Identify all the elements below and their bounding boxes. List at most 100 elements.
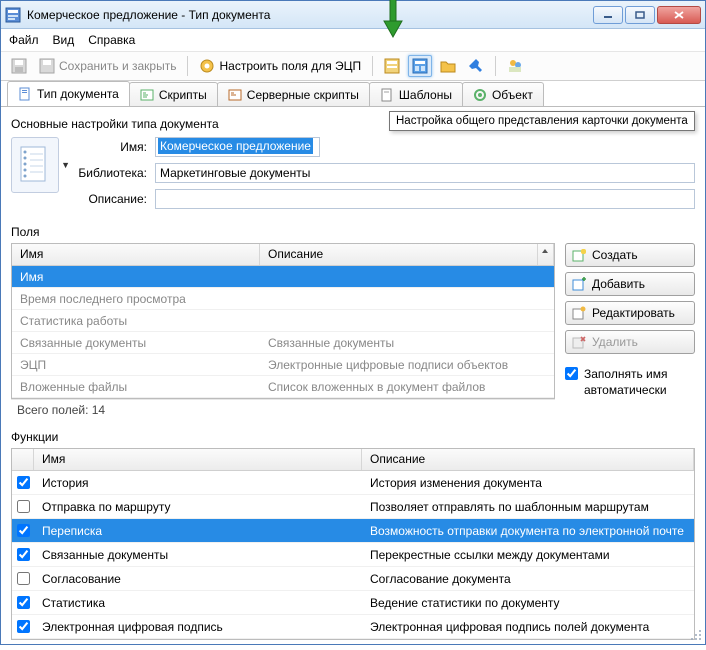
maximize-button[interactable] bbox=[625, 6, 655, 24]
content-area: Основные настройки типа документа ▼ Имя:… bbox=[1, 107, 705, 650]
toolbar-folder-icon[interactable] bbox=[436, 55, 460, 77]
scripts-icon bbox=[140, 88, 154, 102]
autofill-checkbox[interactable] bbox=[565, 367, 578, 380]
function-cell-name: Электронная цифровая подпись bbox=[34, 620, 362, 634]
annotation-arrow bbox=[381, 0, 405, 39]
toolbar-form-icon[interactable] bbox=[380, 55, 404, 77]
functions-row[interactable]: Отправка по маршрутуПозволяет отправлять… bbox=[12, 495, 694, 519]
function-checkbox[interactable] bbox=[17, 500, 30, 513]
fields-cell-name: Связанные документы bbox=[12, 336, 260, 350]
save-close-button[interactable]: Сохранить и закрыть bbox=[35, 55, 180, 77]
fields-cell-name: Время последнего просмотра bbox=[12, 292, 260, 306]
toolbar-layout-icon[interactable] bbox=[408, 55, 432, 77]
add-icon bbox=[572, 277, 586, 291]
fields-cell-desc: Связанные документы bbox=[260, 336, 554, 350]
functions-row[interactable]: Связанные документыПерекрестные ссылки м… bbox=[12, 543, 694, 567]
function-cell-name: История bbox=[34, 476, 362, 490]
fields-cell-desc: Электронные цифровые подписи объектов bbox=[260, 358, 554, 372]
tab-templates-label: Шаблоны bbox=[399, 88, 452, 102]
function-cell-name: Согласование bbox=[34, 572, 362, 586]
edit-icon bbox=[572, 306, 586, 320]
create-button[interactable]: Создать bbox=[565, 243, 695, 267]
close-button[interactable] bbox=[657, 6, 701, 24]
functions-row[interactable]: ИсторияИстория изменения документа bbox=[12, 471, 694, 495]
fields-row[interactable]: Связанные документыСвязанные документы bbox=[12, 332, 554, 354]
tooltip-layout: Настройка общего представления карточки … bbox=[389, 111, 695, 131]
window-controls bbox=[593, 6, 701, 24]
function-checkbox[interactable] bbox=[17, 548, 30, 561]
delete-button: Удалить bbox=[565, 330, 695, 354]
configure-ets-label: Настроить поля для ЭЦП bbox=[219, 59, 361, 73]
doc-type-icon bbox=[18, 87, 32, 101]
delete-label: Удалить bbox=[592, 335, 638, 349]
fields-footer: Всего полей: 14 bbox=[11, 399, 555, 420]
delete-icon bbox=[572, 335, 586, 349]
tab-object[interactable]: Объект bbox=[462, 82, 544, 106]
configure-ets-button[interactable]: Настроить поля для ЭЦП bbox=[195, 55, 365, 77]
edit-button[interactable]: Редактировать bbox=[565, 301, 695, 325]
library-input[interactable] bbox=[155, 163, 695, 183]
fields-cell-name: ЭЦП bbox=[12, 358, 260, 372]
add-button[interactable]: Добавить bbox=[565, 272, 695, 296]
fields-side-buttons: Создать Добавить Редактировать Удалить bbox=[565, 243, 695, 420]
window-frame: Комерческое предложение - Тип документа … bbox=[0, 0, 706, 645]
function-checkbox[interactable] bbox=[17, 620, 30, 633]
functions-col-desc[interactable]: Описание bbox=[362, 449, 694, 470]
fields-panel: Поля Имя Описание ИмяВремя последнего пр… bbox=[11, 225, 695, 420]
name-input[interactable] bbox=[155, 137, 320, 157]
toolbar-users-icon[interactable] bbox=[503, 55, 527, 77]
toolbar-separator-3 bbox=[495, 56, 496, 76]
tab-scripts[interactable]: Скрипты bbox=[129, 82, 218, 106]
function-checkbox[interactable] bbox=[17, 476, 30, 489]
tab-server-scripts[interactable]: Серверные скрипты bbox=[217, 82, 370, 106]
app-icon bbox=[5, 7, 21, 23]
minimize-button[interactable] bbox=[593, 6, 623, 24]
icon-dropdown-caret[interactable]: ▼ bbox=[61, 160, 70, 170]
fields-row[interactable]: Вложенные файлыСписок вложенных в докуме… bbox=[12, 376, 554, 398]
server-scripts-icon bbox=[228, 88, 242, 102]
library-label: Библиотека: bbox=[67, 166, 147, 180]
function-cell-desc: Позволяет отправлять по шаблонным маршру… bbox=[362, 500, 694, 514]
fields-col-name[interactable]: Имя bbox=[12, 244, 260, 265]
functions-row[interactable]: Электронная цифровая подписьЭлектронная … bbox=[12, 615, 694, 639]
autofill-label: Заполнять имя автоматически bbox=[584, 367, 695, 398]
function-cell-name: Статистика bbox=[34, 596, 362, 610]
fields-row[interactable]: Имя bbox=[12, 266, 554, 288]
name-label: Имя: bbox=[67, 140, 147, 154]
fields-cell-name: Вложенные файлы bbox=[12, 380, 260, 394]
fields-row[interactable]: ЭЦПЭлектронные цифровые подписи объектов bbox=[12, 354, 554, 376]
function-checkbox[interactable] bbox=[17, 524, 30, 537]
document-type-icon[interactable]: ▼ bbox=[11, 137, 59, 193]
fields-row[interactable]: Время последнего просмотра bbox=[12, 288, 554, 310]
function-cell-desc: История изменения документа bbox=[362, 476, 694, 490]
save-icon[interactable] bbox=[7, 55, 31, 77]
functions-panel: Функции Имя Описание ИсторияИстория изме… bbox=[11, 430, 695, 640]
function-cell-desc: Согласование документа bbox=[362, 572, 694, 586]
menu-view[interactable]: Вид bbox=[53, 33, 75, 47]
functions-grid: Имя Описание ИсторияИстория изменения до… bbox=[11, 448, 695, 640]
tab-bar: Тип документа Скрипты Серверные скрипты … bbox=[1, 81, 705, 107]
menu-file[interactable]: Файл bbox=[9, 33, 39, 47]
functions-col-name[interactable]: Имя bbox=[34, 449, 362, 470]
add-label: Добавить bbox=[592, 277, 645, 291]
function-cell-desc: Возможность отправки документа по электр… bbox=[362, 524, 694, 538]
fields-row[interactable]: Статистика работы bbox=[12, 310, 554, 332]
description-input[interactable] bbox=[155, 189, 695, 209]
toolbar-pin-icon[interactable] bbox=[464, 55, 488, 77]
functions-row[interactable]: СогласованиеСогласование документа bbox=[12, 567, 694, 591]
tab-scripts-label: Скрипты bbox=[159, 88, 207, 102]
function-checkbox[interactable] bbox=[17, 596, 30, 609]
fields-col-desc[interactable]: Описание bbox=[260, 244, 538, 265]
fields-col-expand-icon[interactable] bbox=[538, 244, 554, 265]
edit-label: Редактировать bbox=[592, 306, 675, 320]
functions-row[interactable]: ПерепискаВозможность отправки документа … bbox=[12, 519, 694, 543]
tab-templates[interactable]: Шаблоны bbox=[369, 82, 463, 106]
functions-row[interactable]: СтатистикаВедение статистики по документ… bbox=[12, 591, 694, 615]
function-checkbox[interactable] bbox=[17, 572, 30, 585]
function-cell-desc: Электронная цифровая подпись полей докум… bbox=[362, 620, 694, 634]
resize-grip[interactable] bbox=[689, 628, 703, 642]
window-title: Комерческое предложение - Тип документа bbox=[27, 8, 593, 22]
menu-help[interactable]: Справка bbox=[88, 33, 135, 47]
tab-doc-type[interactable]: Тип документа bbox=[7, 81, 130, 106]
object-icon bbox=[473, 88, 487, 102]
